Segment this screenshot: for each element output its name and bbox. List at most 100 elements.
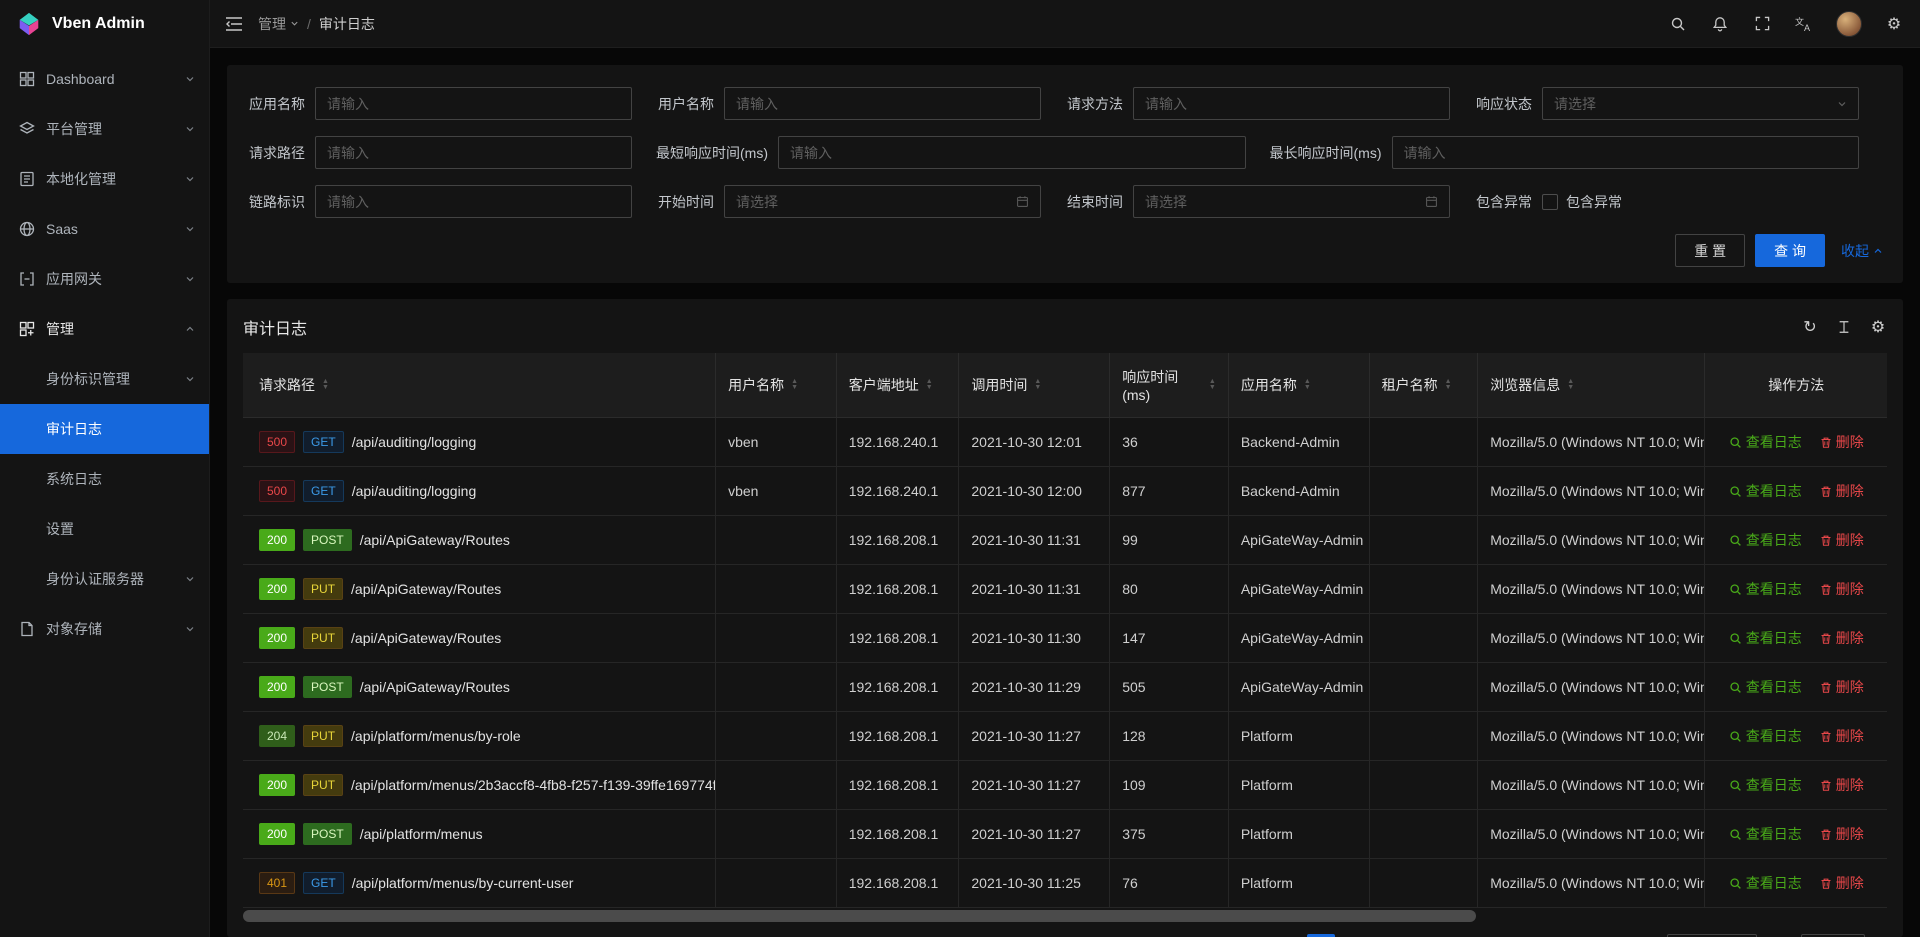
delete-button[interactable]: 删除 <box>1820 677 1864 697</box>
user-name-input[interactable] <box>724 87 1041 120</box>
view-log-button[interactable]: 查看日志 <box>1729 677 1802 697</box>
menu-fold-icon[interactable] <box>226 17 242 31</box>
view-log-button[interactable]: 查看日志 <box>1729 824 1802 844</box>
language-translate-icon[interactable]: 文A <box>1794 14 1814 34</box>
column-settings-gear-icon[interactable]: ⚙ <box>1869 318 1887 336</box>
status-badge: 200 <box>259 627 295 649</box>
column-header-client[interactable]: 客户端地址▲▼ <box>836 353 959 418</box>
row-height-icon[interactable] <box>1835 318 1853 336</box>
delete-button[interactable]: 删除 <box>1820 530 1864 550</box>
platform-icon <box>18 120 36 138</box>
column-header-app[interactable]: 应用名称▲▼ <box>1228 353 1369 418</box>
query-button[interactable]: 查 询 <box>1755 234 1825 267</box>
sidebar-item-gateway[interactable]: 应用网关 <box>0 254 209 304</box>
chevron-down-icon <box>185 74 195 84</box>
delete-button[interactable]: 删除 <box>1820 873 1864 893</box>
status-badge: 200 <box>259 578 295 600</box>
filter-label: 响应状态 <box>1474 94 1532 114</box>
app-logo[interactable]: Vben Admin <box>0 0 209 48</box>
view-log-button[interactable]: 查看日志 <box>1729 726 1802 746</box>
column-header-path[interactable]: 请求路径▲▼ <box>243 353 716 418</box>
sort-carets-icon[interactable]: ▲▼ <box>1034 379 1041 391</box>
top-header: 管理 / 审计日志 文A ⚙ <box>210 0 1920 48</box>
trace-id-input[interactable] <box>315 185 632 218</box>
cell-tenant <box>1369 467 1478 516</box>
filter-app-name: 应用名称 <box>247 87 656 120</box>
sort-carets-icon[interactable]: ▲▼ <box>1567 379 1574 391</box>
trash-icon <box>1820 877 1832 890</box>
manage-icon <box>18 320 36 338</box>
sidebar-item-identity[interactable]: 身份标识管理 <box>0 354 209 404</box>
sidebar-item-label: 应用网关 <box>46 269 185 289</box>
settings-gear-icon[interactable]: ⚙ <box>1884 14 1904 34</box>
sidebar-item-saas[interactable]: Saas <box>0 204 209 254</box>
sort-carets-icon[interactable]: ▲▼ <box>1209 379 1216 391</box>
sidebar-item-platform[interactable]: 平台管理 <box>0 104 209 154</box>
view-log-button[interactable]: 查看日志 <box>1729 530 1802 550</box>
delete-button[interactable]: 删除 <box>1820 824 1864 844</box>
view-log-button[interactable]: 查看日志 <box>1729 481 1802 501</box>
cell-app: ApiGateWay-Admin <box>1228 565 1369 614</box>
breadcrumb-item-manage[interactable]: 管理 <box>258 14 299 34</box>
trash-icon <box>1820 828 1832 841</box>
cell-tenant <box>1369 859 1478 908</box>
request-path-text: /api/ApiGateway/Routes <box>360 679 510 695</box>
request-method-input[interactable] <box>1133 87 1450 120</box>
search-icon[interactable] <box>1668 14 1688 34</box>
view-log-button[interactable]: 查看日志 <box>1729 775 1802 795</box>
reset-button[interactable]: 重 置 <box>1675 234 1745 267</box>
min-response-time-input[interactable] <box>778 136 1246 169</box>
delete-button[interactable]: 删除 <box>1820 481 1864 501</box>
horizontal-scrollbar[interactable] <box>243 910 1887 922</box>
sort-carets-icon[interactable]: ▲▼ <box>791 379 798 391</box>
view-log-button[interactable]: 查看日志 <box>1729 873 1802 893</box>
user-avatar[interactable] <box>1836 11 1862 37</box>
collapse-toggle[interactable]: 收起 <box>1841 241 1883 261</box>
sidebar-item-manage[interactable]: 管理 <box>0 304 209 354</box>
cell-client: 192.168.208.1 <box>836 565 959 614</box>
delete-button[interactable]: 删除 <box>1820 775 1864 795</box>
column-header-user[interactable]: 用户名称▲▼ <box>716 353 837 418</box>
table-row: 200PUT/api/platform/menus/2b3accf8-4fb8-… <box>243 761 1887 810</box>
start-time-picker[interactable]: 请选择 <box>724 185 1041 218</box>
column-header-tenant[interactable]: 租户名称▲▼ <box>1369 353 1478 418</box>
cell-browser: Mozilla/5.0 (Windows NT 10.0; Win <box>1478 859 1705 908</box>
delete-button[interactable]: 删除 <box>1820 579 1864 599</box>
status-badge: 200 <box>259 823 295 845</box>
sidebar-item-settings[interactable]: 设置 <box>0 504 209 554</box>
cell-user <box>716 859 837 908</box>
include-exception-checkbox[interactable] <box>1542 194 1558 210</box>
request-path-input[interactable] <box>315 136 632 169</box>
view-log-button[interactable]: 查看日志 <box>1729 628 1802 648</box>
sort-carets-icon[interactable]: ▲▼ <box>1445 379 1452 391</box>
view-log-button[interactable]: 查看日志 <box>1729 579 1802 599</box>
sidebar-item-localization[interactable]: 本地化管理 <box>0 154 209 204</box>
response-status-select[interactable]: 请选择 <box>1542 87 1859 120</box>
sort-carets-icon[interactable]: ▲▼ <box>926 379 933 391</box>
cell-client: 192.168.208.1 <box>836 810 959 859</box>
notification-bell-icon[interactable] <box>1710 14 1730 34</box>
checkbox-label: 包含异常 <box>1566 192 1622 212</box>
app-name-input[interactable] <box>315 87 632 120</box>
view-log-button[interactable]: 查看日志 <box>1729 432 1802 452</box>
max-response-time-input[interactable] <box>1392 136 1860 169</box>
sidebar-item-dashboard[interactable]: Dashboard <box>0 54 209 104</box>
request-path-text: /api/platform/menus/by-role <box>351 728 521 744</box>
delete-button[interactable]: 删除 <box>1820 726 1864 746</box>
end-time-picker[interactable]: 请选择 <box>1133 185 1450 218</box>
delete-button[interactable]: 删除 <box>1820 628 1864 648</box>
refresh-icon[interactable]: ↻ <box>1801 318 1819 336</box>
sidebar-item-object-storage[interactable]: 对象存储 <box>0 604 209 654</box>
sidebar-item-audit-log[interactable]: 审计日志 <box>0 404 209 454</box>
scrollbar-thumb[interactable] <box>243 910 1476 922</box>
sidebar-item-system-log[interactable]: 系统日志 <box>0 454 209 504</box>
column-header-duration[interactable]: 响应时间(ms)▲▼ <box>1110 353 1229 418</box>
sidebar-item-auth-server[interactable]: 身份认证服务器 <box>0 554 209 604</box>
fullscreen-icon[interactable] <box>1752 14 1772 34</box>
cell-request-path: 500GET/api/auditing/logging <box>243 418 716 467</box>
sort-carets-icon[interactable]: ▲▼ <box>1304 379 1311 391</box>
sort-carets-icon[interactable]: ▲▼ <box>322 379 329 391</box>
column-header-time[interactable]: 调用时间▲▼ <box>959 353 1110 418</box>
column-header-browser[interactable]: 浏览器信息▲▼ <box>1478 353 1705 418</box>
delete-button[interactable]: 删除 <box>1820 432 1864 452</box>
